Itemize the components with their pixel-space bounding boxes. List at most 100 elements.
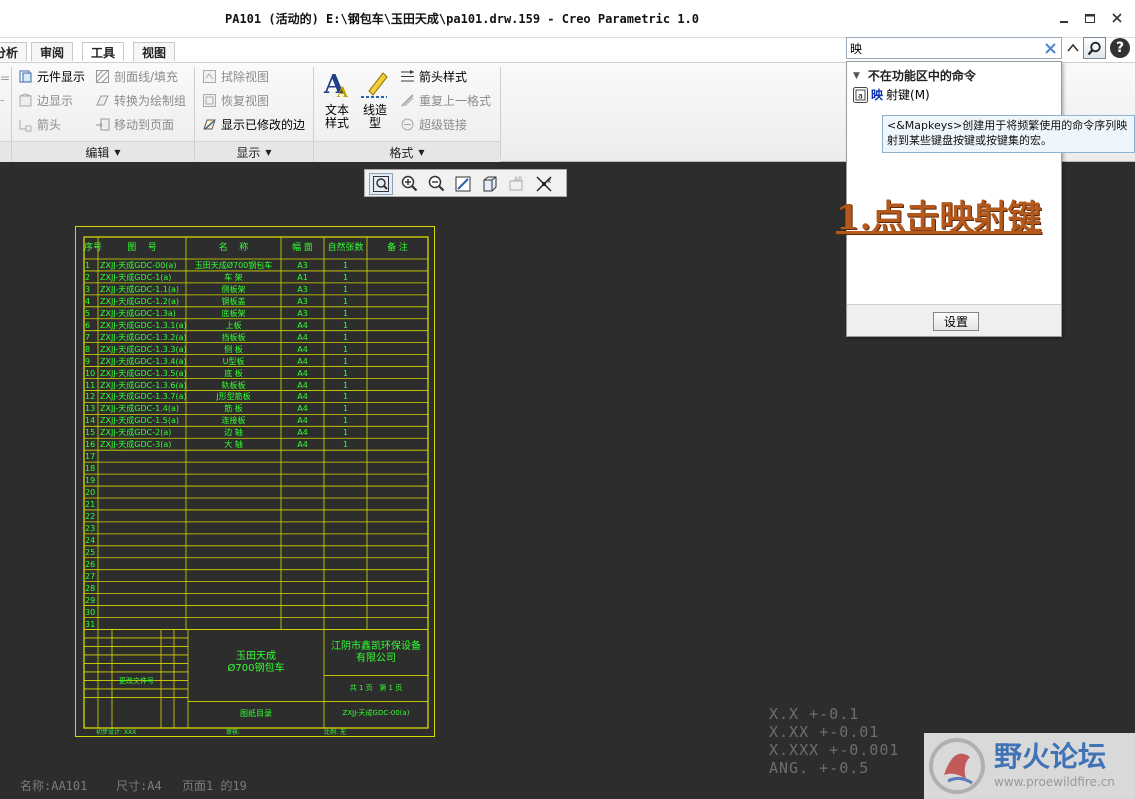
item-label: 箭头	[37, 117, 62, 132]
clipped-group: = -	[0, 71, 10, 135]
sheet-format: A4	[297, 416, 308, 426]
table-header: 自然张数	[327, 243, 364, 253]
table-header: 备 注	[387, 243, 408, 253]
arrow-button[interactable]: 箭头	[18, 114, 85, 134]
display-style-button[interactable]	[478, 173, 502, 195]
tab-label: 视图	[142, 45, 167, 60]
clear-search-icon[interactable]	[1044, 42, 1057, 55]
annotation-display-button[interactable]: AB	[505, 173, 529, 195]
part-name: 上板	[225, 320, 242, 330]
row-number: 12	[85, 392, 96, 402]
command-search-input[interactable]	[850, 40, 1040, 56]
repaint-icon	[455, 176, 471, 192]
row-number: 8	[85, 344, 91, 354]
designer-label: 初步设计: XXX	[96, 729, 137, 736]
move-to-page-button[interactable]: 移动到页面	[95, 114, 186, 134]
display-group-column: 拭除视图 恢复视图 显示已修改的边	[202, 66, 305, 134]
restore-view-button[interactable]: 恢复视图	[202, 90, 305, 110]
row-number: 3	[85, 284, 91, 294]
arrow-style-icon	[401, 69, 414, 81]
watermark-title: 野火论坛	[994, 740, 1107, 773]
item-label: 元件显示	[37, 69, 86, 84]
part-name: 底板架	[221, 308, 246, 318]
convert-to-draw-group-button[interactable]: 转换为绘制组	[95, 90, 186, 110]
erase-view-button[interactable]: 拭除视图	[202, 66, 305, 86]
part-name: 侧 板	[224, 344, 243, 354]
svg-text:x: x	[547, 177, 551, 185]
hyperlink-button[interactable]: 超级链接	[400, 114, 491, 134]
edge-display-button[interactable]: 边显示	[18, 90, 85, 110]
close-window-button[interactable]	[1106, 8, 1128, 28]
sheet-size: 尺寸:A4	[116, 779, 162, 793]
item-label: 显示已修改的边	[221, 117, 306, 132]
help-icon[interactable]: ?	[1110, 38, 1130, 58]
hatch-fill-button[interactable]: 剖面线/填充	[95, 66, 186, 86]
drawing-number: ZXJJ-天成GDC-1.3.3(a)	[100, 344, 187, 354]
sheet-count: 1	[342, 344, 349, 354]
mapkeys-result-item[interactable]: a 映射键(M)	[853, 86, 930, 103]
divider	[500, 67, 501, 159]
sheet-count: 1	[342, 320, 349, 330]
tab-label: 分析	[0, 45, 19, 60]
zoom-out-button[interactable]	[424, 173, 448, 195]
refit-icon	[373, 176, 389, 192]
doc-title: 图纸目录	[240, 709, 272, 719]
component-display-button[interactable]: 元件显示	[18, 66, 85, 86]
display-group-label[interactable]: 显示 ▼	[195, 141, 313, 162]
zoom-in-button[interactable]	[397, 173, 421, 195]
tutorial-annotation: 1.点击映射键	[836, 198, 1042, 238]
tolerance-line: X.X +-0.1	[769, 705, 860, 723]
mapkeys-icon: a	[853, 86, 868, 103]
arrow-style-button[interactable]: 箭头样式	[400, 66, 491, 86]
text-style-label: 文本 样式	[324, 103, 349, 130]
display-style-icon	[483, 176, 497, 192]
row-number: 7	[85, 332, 91, 342]
scale-label: 比例: 无	[324, 729, 346, 736]
tolerance-line: ANG. +-0.5	[769, 759, 870, 777]
repeat-last-format-button[interactable]: 重复上一格式	[400, 90, 491, 110]
search-button[interactable]	[1083, 37, 1106, 59]
format-group-label[interactable]: 格式 ▼	[314, 141, 500, 162]
edit-group-label[interactable]: 编辑 ▼	[12, 141, 194, 162]
drawing-number: ZXJJ-天成GDC-1.3a)	[100, 308, 176, 318]
hyperlink-icon	[401, 118, 414, 130]
chevron-down-icon: ▼	[265, 147, 272, 157]
collapse-ribbon-button[interactable]	[1064, 38, 1082, 58]
minimize-button[interactable]	[1053, 8, 1075, 28]
zoom-out-icon	[428, 175, 445, 192]
sheet-count: 1	[342, 332, 349, 342]
drawing-number: ZXJJ-天成GDC-3(a)	[100, 440, 172, 450]
row-number: 31	[85, 619, 96, 629]
part-name: 连接板	[221, 416, 246, 426]
svg-text:a: a	[858, 91, 863, 100]
sheet-format: A4	[297, 332, 308, 342]
datum-display-button[interactable]: x	[533, 173, 557, 195]
sheet-format: A3	[297, 308, 308, 318]
table-header: 幅 面	[292, 243, 313, 253]
refit-button[interactable]	[369, 173, 393, 195]
maximize-button[interactable]	[1079, 8, 1101, 28]
chevron-down-icon: ▼	[853, 70, 860, 81]
tab-analysis[interactable]: 分析	[0, 42, 28, 61]
sheet-count: 1	[342, 392, 349, 402]
tab-review[interactable]: 审阅	[31, 42, 74, 61]
tolerance-line: X.XXX +-0.001	[769, 741, 900, 759]
tab-view[interactable]: 视图	[133, 42, 176, 61]
results-section-header[interactable]: ▼ 不在功能区中的命令	[853, 67, 976, 84]
tab-tools[interactable]: 工具	[82, 42, 125, 61]
row-number: 11	[85, 380, 96, 390]
row-number: 4	[85, 296, 91, 306]
part-name: 车 架	[224, 272, 243, 282]
text-style-button[interactable]: A A 文本 样式	[320, 67, 354, 130]
result-label: 射键(M)	[886, 88, 930, 102]
drawing-sheet[interactable]: 序号 图 号 名 称 幅 面 自然张数 备 注 1 ZXJJ-天成GDC-00(a) 玉田天成Ø…	[75, 226, 435, 737]
sheet-format: A4	[297, 440, 308, 450]
show-modified-edges-button[interactable]: 显示已修改的边	[202, 114, 305, 134]
group-label-text: 编辑	[85, 145, 110, 160]
settings-button[interactable]: 设置	[933, 312, 979, 331]
row-number: 10	[85, 368, 96, 378]
item-label: 剖面线/填充	[114, 69, 179, 84]
repaint-button[interactable]	[451, 173, 475, 195]
part-name: J形型筋板	[216, 392, 251, 402]
line-style-button[interactable]: 线造 型	[358, 67, 392, 130]
